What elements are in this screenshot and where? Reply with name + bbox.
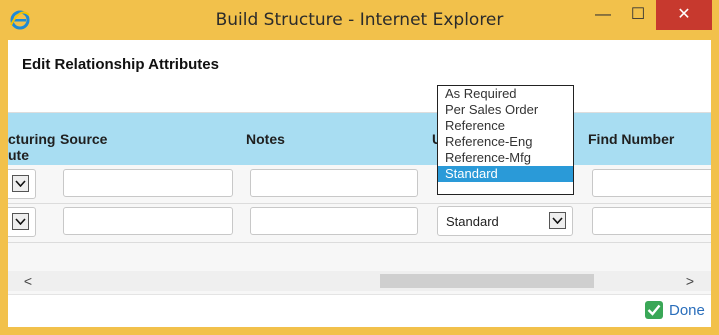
notes-field[interactable] xyxy=(250,207,418,235)
column-header-find-number[interactable]: Find Number xyxy=(588,131,674,147)
scroll-right-icon[interactable]: > xyxy=(678,271,702,291)
dropdown-option[interactable]: Reference xyxy=(438,118,573,134)
column-header-notes[interactable]: Notes xyxy=(246,131,285,147)
grid-header: cturing ute Source Notes U Find Number xyxy=(8,113,711,165)
table-row: Standard xyxy=(8,204,711,243)
chevron-down-icon[interactable] xyxy=(12,213,29,230)
page-title: Edit Relationship Attributes xyxy=(22,56,219,73)
scroll-left-icon[interactable]: < xyxy=(16,271,40,291)
chevron-down-icon[interactable] xyxy=(12,175,29,192)
usage-select[interactable]: Standard xyxy=(437,206,573,236)
manufacturing-route-select[interactable] xyxy=(8,207,36,237)
source-field[interactable] xyxy=(63,207,233,235)
manufacturing-route-select[interactable] xyxy=(8,169,36,199)
find-number-field[interactable] xyxy=(592,169,711,197)
dropdown-option[interactable]: Per Sales Order xyxy=(438,102,573,118)
done-button[interactable]: Done xyxy=(645,299,705,321)
title-bar[interactable]: Build Structure - Internet Explorer — ☐ … xyxy=(0,0,719,40)
dialog-footer: Done xyxy=(8,294,711,327)
dropdown-option[interactable]: Reference-Eng xyxy=(438,134,573,150)
horizontal-scrollbar[interactable]: < > xyxy=(8,271,711,291)
column-header-manufacturing-route[interactable]: cturing ute xyxy=(8,131,55,163)
checkmark-icon xyxy=(645,301,663,319)
table-row xyxy=(8,165,711,204)
usage-dropdown-list[interactable]: As Required Per Sales Order Reference Re… xyxy=(437,85,574,195)
chevron-down-icon[interactable] xyxy=(549,212,566,229)
dropdown-option[interactable]: As Required xyxy=(438,86,573,102)
notes-field[interactable] xyxy=(250,169,418,197)
minimize-button[interactable]: — xyxy=(585,0,621,30)
find-number-field[interactable] xyxy=(592,207,711,235)
done-label: Done xyxy=(669,301,705,319)
scrollbar-thumb[interactable] xyxy=(380,274,594,288)
column-header-source[interactable]: Source xyxy=(60,131,107,147)
attributes-grid: cturing ute Source Notes U Find Number xyxy=(8,112,711,295)
dropdown-option-selected[interactable]: Standard xyxy=(438,166,573,182)
maximize-button[interactable]: ☐ xyxy=(620,0,656,30)
browser-window: Build Structure - Internet Explorer — ☐ … xyxy=(0,0,719,335)
dialog-content: Edit Relationship Attributes cturing ute… xyxy=(8,40,711,327)
close-button[interactable]: ✕ xyxy=(656,0,712,30)
usage-select-value: Standard xyxy=(446,214,499,229)
dropdown-option[interactable]: Reference-Mfg xyxy=(438,150,573,166)
source-field[interactable] xyxy=(63,169,233,197)
